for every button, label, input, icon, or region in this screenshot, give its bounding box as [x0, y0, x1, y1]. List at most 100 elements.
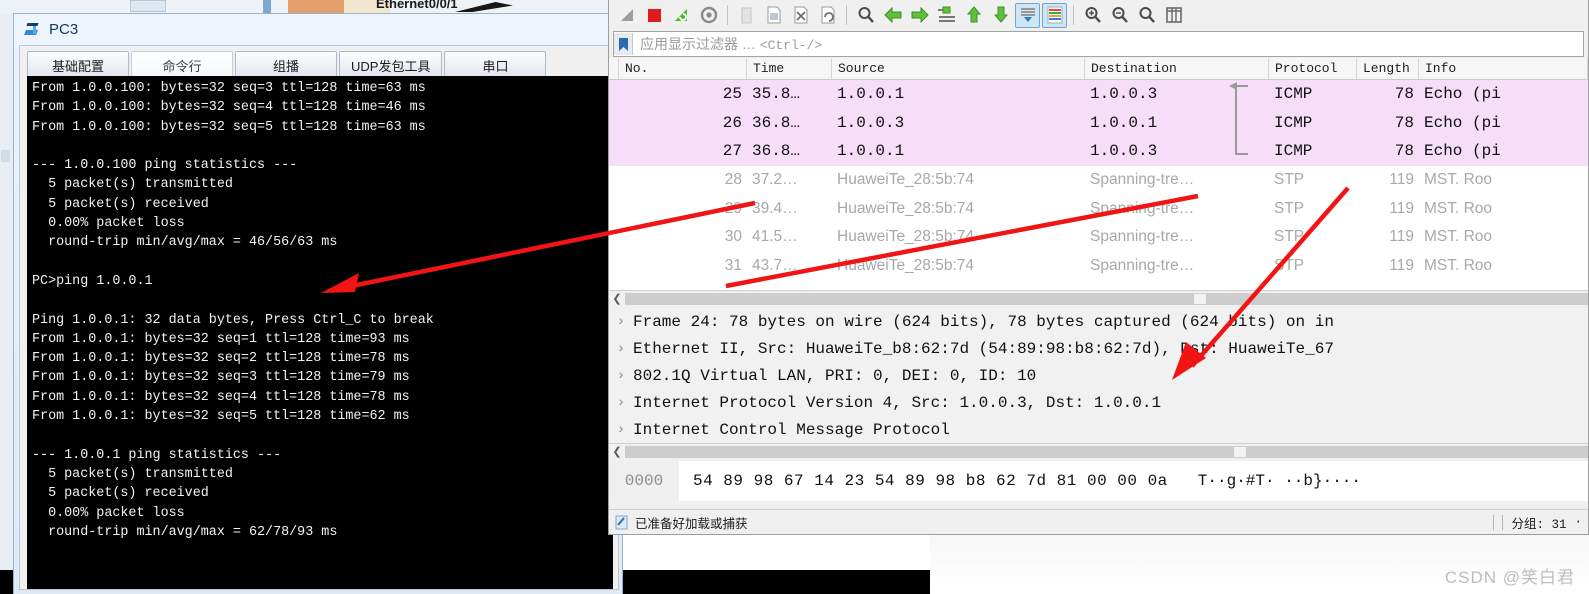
cell-destination: Spanning-tre…: [1090, 199, 1195, 217]
console-line: round-trip min/avg/max = 46/56/63 ms: [32, 235, 338, 251]
table-row[interactable]: 27 36.8… 1.0.0.1 1.0.0.3 ICMP 78 Echo (pi: [609, 137, 1588, 166]
display-filter-bar[interactable]: 应用显示过滤器 … <Ctrl-/>: [613, 31, 1584, 57]
cell-time: 39.4…: [752, 199, 798, 217]
go-forward-icon[interactable]: [907, 3, 932, 28]
start-capture-icon[interactable]: [615, 3, 640, 28]
go-to-packet-icon[interactable]: [934, 3, 959, 28]
cell-info: Echo (pi: [1424, 85, 1501, 104]
go-to-last-icon[interactable]: [988, 3, 1013, 28]
chevron-right-icon[interactable]: ›: [609, 395, 633, 411]
filter-placeholder-text: 应用显示过滤器 …: [640, 36, 760, 52]
packet-detail-scroll-thumb[interactable]: [1233, 446, 1247, 458]
column-header-time[interactable]: Time: [747, 58, 832, 79]
backdrop-panel-left: [0, 0, 13, 594]
packet-list-header[interactable]: No. Time Source Destination Protocol Len…: [609, 58, 1588, 80]
cell-source: HuaweiTe_28:5b:74: [837, 256, 975, 274]
packet-list-scroll-track[interactable]: [625, 293, 1588, 305]
hex-ascii[interactable]: T··g·#T· ··b}····: [1168, 472, 1361, 490]
detail-scroll-left-icon[interactable]: ❮: [609, 444, 625, 460]
packet-bytes-pane[interactable]: 0000 54 89 98 67 14 23 54 89 98 b8 62 7d…: [609, 461, 1588, 501]
colorize-icon[interactable]: [1042, 2, 1067, 28]
table-row[interactable]: 28 37.2… HuaweiTe_28:5b:74 Spanning-tre… STP…: [609, 165, 1588, 195]
stop-capture-icon[interactable]: [642, 3, 667, 28]
chevron-right-icon[interactable]: ›: [609, 368, 633, 384]
packet-list-scroll-thumb[interactable]: [1193, 293, 1207, 305]
console-line: From 1.0.0.100: bytes=32 seq=5 ttl=128 t…: [32, 119, 426, 135]
tab-basic-config[interactable]: 基础配置: [27, 51, 129, 78]
column-header-no[interactable]: No.: [619, 58, 747, 79]
bookmark-icon[interactable]: [614, 33, 633, 55]
go-back-icon[interactable]: [880, 3, 905, 28]
pc3-console-output[interactable]: From 1.0.0.100: bytes=32 seq=3 ttl=128 t…: [27, 76, 613, 589]
pc3-titlebar[interactable]: PC3: [14, 14, 622, 45]
pc3-window[interactable]: PC3 基础配置 命令行 组播 UDP发包工具 串口 From 1.0.0.10…: [13, 13, 623, 594]
save-file-icon[interactable]: [761, 3, 786, 28]
tab-udp-tool[interactable]: UDP发包工具: [339, 51, 443, 78]
chevron-right-icon[interactable]: ›: [609, 314, 633, 330]
table-row[interactable]: 31 43.7… HuaweiTe_28:5b:74 Spanning-tre… STP…: [609, 251, 1588, 281]
auto-scroll-icon[interactable]: [1015, 2, 1040, 28]
cell-length: 119: [1389, 256, 1414, 274]
detail-tree-label: Frame 24: 78 bytes on wire (624 bits), 7…: [633, 312, 1334, 331]
open-file-icon[interactable]: [734, 3, 759, 28]
cell-protocol: ICMP: [1274, 113, 1313, 132]
cell-source: HuaweiTe_28:5b:74: [837, 199, 975, 217]
cell-info: MST. Roo: [1424, 256, 1493, 274]
wireshark-toolbar[interactable]: [609, 0, 1588, 30]
column-header-info[interactable]: Info: [1419, 58, 1588, 79]
find-packet-icon[interactable]: [853, 3, 878, 28]
detail-tree-row[interactable]: › 802.1Q Virtual LAN, PRI: 0, DEI: 0, ID:…: [609, 362, 1588, 389]
zoom-reset-icon[interactable]: [1134, 3, 1159, 28]
tab-command-line[interactable]: 命令行: [131, 51, 233, 78]
tab-serial-port[interactable]: 串口: [444, 51, 547, 78]
zoom-in-icon[interactable]: [1080, 3, 1105, 28]
column-header-length[interactable]: Length: [1357, 58, 1419, 79]
cell-info: Echo (pi: [1424, 142, 1501, 161]
tab-multicast[interactable]: 组播: [235, 51, 337, 78]
capture-file-properties-icon[interactable]: [609, 515, 635, 530]
pc3-content: 基础配置 命令行 组播 UDP发包工具 串口 From 1.0.0.100: b…: [19, 45, 619, 590]
packet-list-hscrollbar[interactable]: ❮: [609, 290, 1588, 307]
chevron-right-icon[interactable]: ›: [609, 422, 633, 438]
zoom-out-icon[interactable]: [1107, 3, 1132, 28]
wireshark-window[interactable]: 应用显示过滤器 … <Ctrl-/> No. Time Source Desti…: [608, 0, 1589, 535]
packet-list-pane[interactable]: No. Time Source Destination Protocol Len…: [609, 58, 1588, 290]
go-to-first-icon[interactable]: [961, 3, 986, 28]
packet-detail-hscrollbar[interactable]: ❮: [609, 443, 1588, 460]
display-filter-placeholder[interactable]: 应用显示过滤器 … <Ctrl-/>: [633, 34, 822, 54]
detail-tree-row[interactable]: › Ethernet II, Src: HuaweiTe_b8:62:7d (54…: [609, 335, 1588, 362]
table-row[interactable]: 26 36.8… 1.0.0.3 1.0.0.1 ICMP 78 Echo (pi: [609, 108, 1588, 138]
filter-placeholder-shortcut: <Ctrl-/>: [759, 38, 823, 53]
column-header-source[interactable]: Source: [832, 58, 1085, 79]
cell-length: 119: [1389, 171, 1414, 189]
pc3-tabbar[interactable]: 基础配置 命令行 组播 UDP发包工具 串口: [20, 46, 618, 78]
cell-no: 25: [722, 85, 742, 104]
chevron-right-icon[interactable]: ›: [609, 341, 633, 357]
packet-list-rows[interactable]: 25 35.8… 1.0.0.1 1.0.0.3 ICMP 78 Echo (pi 26 36.…: [609, 80, 1588, 281]
table-row[interactable]: 29 39.4… HuaweiTe_28:5b:74 Spanning-tre… STP…: [609, 194, 1588, 223]
csdn-watermark: CSDN @笑白君: [1444, 568, 1575, 587]
status-separator-1: [1493, 514, 1495, 530]
resize-columns-icon[interactable]: [1161, 3, 1186, 28]
hex-bytes[interactable]: 54 89 98 67 14 23 54 89 98 b8 62 7d 81 0…: [679, 472, 1168, 490]
wireshark-statusbar: 已准备好加载或捕获 分组: 31 ·: [609, 509, 1588, 534]
table-row[interactable]: 25 35.8… 1.0.0.1 1.0.0.3 ICMP 78 Echo (pi: [609, 80, 1588, 109]
packet-detail-scroll-track[interactable]: [625, 446, 1588, 458]
capture-options-icon[interactable]: [696, 3, 721, 28]
toolbar-separator-3: [1073, 5, 1074, 25]
scroll-left-icon[interactable]: ❮: [609, 291, 625, 307]
packet-detail-pane[interactable]: › Frame 24: 78 bytes on wire (624 bits), …: [609, 308, 1588, 443]
console-line: 5 packet(s) transmitted: [32, 177, 233, 193]
close-doc-icon[interactable]: [788, 3, 813, 28]
column-header-protocol[interactable]: Protocol: [1269, 58, 1357, 79]
reload-file-icon[interactable]: [815, 3, 840, 28]
column-header-destination[interactable]: Destination: [1085, 58, 1269, 79]
detail-tree-row[interactable]: › Frame 24: 78 bytes on wire (624 bits), …: [609, 308, 1588, 335]
restart-capture-icon[interactable]: [669, 3, 694, 28]
detail-tree-row[interactable]: › Internet Protocol Version 4, Src: 1.0.0…: [609, 389, 1588, 416]
table-row[interactable]: 30 41.5… HuaweiTe_28:5b:74 Spanning-tre… STP…: [609, 222, 1588, 252]
cell-time: 36.8…: [752, 142, 801, 161]
detail-tree-row[interactable]: › Internet Control Message Protocol: [609, 416, 1588, 443]
